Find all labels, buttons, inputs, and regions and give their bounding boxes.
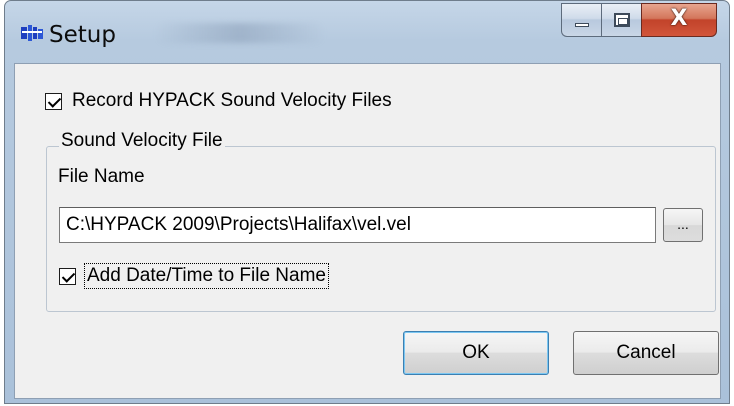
- record-files-label: Record HYPACK Sound Velocity Files: [72, 90, 392, 111]
- maximize-icon: [614, 13, 630, 27]
- hypack-app-icon: [21, 25, 43, 41]
- file-name-input[interactable]: [59, 207, 656, 243]
- window-title: Setup: [49, 22, 116, 48]
- dialog-client-area: Record HYPACK Sound Velocity Files Sound…: [14, 63, 721, 399]
- browse-button[interactable]: ...: [663, 208, 703, 242]
- add-datetime-label: Add Date/Time to File Name: [84, 263, 329, 289]
- close-icon: X: [670, 6, 688, 31]
- record-files-checkbox[interactable]: [45, 92, 62, 110]
- close-button[interactable]: X: [641, 3, 717, 37]
- add-datetime-checkbox[interactable]: [59, 267, 76, 285]
- ok-button[interactable]: OK: [403, 331, 549, 375]
- cancel-button[interactable]: Cancel: [573, 331, 719, 375]
- title-bar[interactable]: Setup X: [5, 1, 729, 57]
- minimize-icon: [575, 23, 589, 27]
- group-legend: Sound Velocity File: [59, 130, 225, 152]
- file-name-label: File Name: [58, 166, 145, 187]
- minimize-button[interactable]: [561, 3, 601, 37]
- title-blur: [155, 23, 325, 43]
- maximize-button[interactable]: [601, 3, 641, 37]
- caption-buttons: X: [561, 3, 717, 37]
- record-files-option[interactable]: Record HYPACK Sound Velocity Files: [45, 90, 392, 112]
- add-datetime-option[interactable]: Add Date/Time to File Name: [59, 263, 329, 289]
- setup-dialog-window: Setup X Record HYPACK Sound Velocity Fil…: [4, 0, 730, 404]
